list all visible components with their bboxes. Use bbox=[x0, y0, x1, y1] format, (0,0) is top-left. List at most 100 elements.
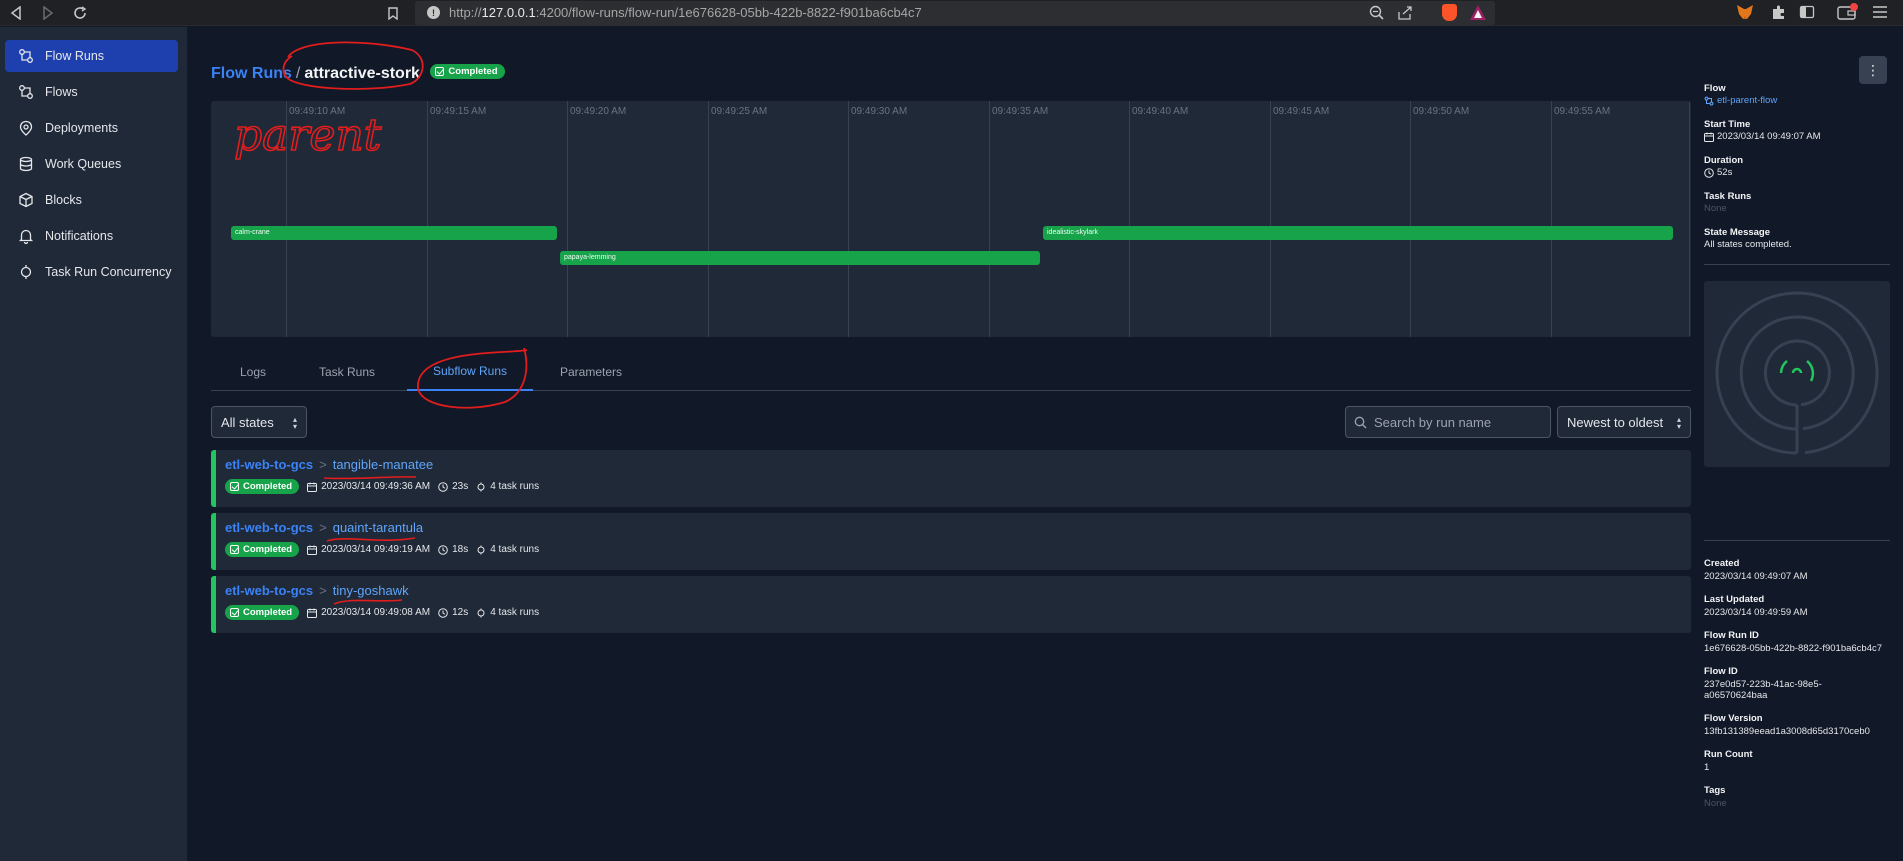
task-run-count-value: 4 task runs bbox=[490, 607, 540, 618]
sidebar-item-work-queues[interactable]: Work Queues bbox=[5, 148, 178, 180]
sidebar-item-notifications[interactable]: Notifications bbox=[5, 220, 178, 252]
metamask-icon[interactable] bbox=[1735, 2, 1755, 22]
task-run-icon bbox=[476, 482, 486, 492]
duration: 12s bbox=[438, 607, 468, 618]
list-item[interactable]: etl-web-to-gcs > quaint-tarantula Complete… bbox=[211, 513, 1691, 570]
sidebar-item-blocks[interactable]: Blocks bbox=[5, 184, 178, 216]
browser-toolbar: ! http://127.0.0.1:4200/flow-runs/flow-r… bbox=[0, 0, 1903, 26]
status-badge: Completed bbox=[225, 542, 300, 557]
sidebar-toggle-icon[interactable] bbox=[1799, 4, 1815, 25]
status-badge: Completed bbox=[225, 479, 300, 494]
zoom-icon[interactable] bbox=[1369, 5, 1385, 26]
timeline-tick-label: 09:49:10 AM bbox=[289, 106, 346, 117]
timeline-bar-papaya-lemming[interactable]: papaya-lemming bbox=[560, 251, 1040, 265]
state-filter-value: All states bbox=[221, 414, 274, 430]
detail-label: Run Count bbox=[1704, 749, 1753, 760]
list-item[interactable]: etl-web-to-gcs > tiny-goshawk Completed 20… bbox=[211, 576, 1691, 633]
detail-updated-value: 2023/03/14 09:49:59 AM bbox=[1704, 607, 1808, 618]
status-badge-label: Completed bbox=[243, 481, 293, 492]
detail-label: Task Runs bbox=[1704, 191, 1752, 202]
detail-label: State Message bbox=[1704, 227, 1771, 238]
radar-graph[interactable] bbox=[1704, 281, 1890, 467]
timeline-tick-label: 09:49:40 AM bbox=[1132, 106, 1189, 117]
address-bar[interactable]: ! http://127.0.0.1:4200/flow-runs/flow-r… bbox=[415, 1, 1495, 25]
timeline-tick-label: 09:49:25 AM bbox=[711, 106, 768, 117]
list-item[interactable]: etl-web-to-gcs > tangible-manatee Complete… bbox=[211, 450, 1691, 507]
timeline-gridline bbox=[1689, 101, 1690, 337]
timeline-gridline bbox=[848, 101, 849, 337]
wallet-icon[interactable] bbox=[1837, 3, 1859, 26]
detail-run-id-value: 1e676628-05bb-422b-8822-f901ba6cb4c7 bbox=[1704, 643, 1883, 654]
flow-run-timeline: 09:49:10 AM 09:49:15 AM 09:49:20 AM 09:4… bbox=[211, 101, 1691, 337]
timeline-bar-idealistic-skylark[interactable]: idealistic-skylark bbox=[1043, 226, 1673, 240]
flow-name-link[interactable]: etl-web-to-gcs bbox=[225, 583, 313, 598]
timeline-gridline bbox=[1270, 101, 1271, 337]
run-name-link[interactable]: tangible-manatee bbox=[333, 457, 433, 472]
sidebar-item-deployments[interactable]: Deployments bbox=[5, 112, 178, 144]
search-input[interactable] bbox=[1374, 413, 1544, 431]
divider bbox=[1704, 540, 1890, 541]
timeline-tick-label: 09:49:30 AM bbox=[851, 106, 908, 117]
info-icon[interactable]: ! bbox=[427, 6, 440, 19]
detail-label: Last Updated bbox=[1704, 594, 1765, 605]
detail-label: Flow Version bbox=[1704, 713, 1763, 724]
run-name-link[interactable]: tiny-goshawk bbox=[333, 583, 409, 598]
search-box[interactable] bbox=[1345, 406, 1551, 438]
url-text: http://127.0.0.1:4200/flow-runs/flow-run… bbox=[449, 5, 922, 20]
sidebar-item-label: Deployments bbox=[45, 121, 118, 135]
calendar-icon bbox=[307, 482, 318, 492]
detail-run-count-value: 1 bbox=[1704, 762, 1710, 773]
timeline-tick-label: 09:49:45 AM bbox=[1273, 106, 1330, 117]
forward-icon[interactable] bbox=[38, 3, 58, 23]
tab-logs[interactable]: Logs bbox=[211, 353, 295, 391]
start-time: 2023/03/14 09:49:36 AM bbox=[307, 481, 430, 492]
flow-name-link[interactable]: etl-web-to-gcs bbox=[225, 520, 313, 535]
more-options-button[interactable]: ⋮ bbox=[1859, 56, 1887, 84]
sidebar-item-flow-runs[interactable]: Flow Runs bbox=[5, 40, 178, 72]
task-run-count: 4 task runs bbox=[476, 481, 539, 492]
timeline-tick-label: 09:49:55 AM bbox=[1554, 106, 1611, 117]
task-run-icon bbox=[476, 545, 486, 555]
timeline-bar-calm-crane[interactable]: calm-crane bbox=[231, 226, 557, 240]
calendar-icon bbox=[307, 608, 318, 618]
tab-parameters[interactable]: Parameters bbox=[533, 353, 649, 391]
page-title: attractive-stork bbox=[304, 65, 420, 82]
detail-state-message-value: All states completed. bbox=[1704, 239, 1792, 250]
sidebar: Flow Runs Flows Deployments Work Queues … bbox=[0, 27, 187, 861]
detail-start-value: 2023/03/14 09:49:07 AM bbox=[1717, 131, 1821, 142]
menu-icon[interactable] bbox=[1871, 4, 1889, 25]
select-arrows-icon: ▴ ▾ bbox=[1676, 415, 1681, 431]
timeline-gridline bbox=[1551, 101, 1552, 337]
clock-icon bbox=[1704, 167, 1714, 178]
sidebar-item-flows[interactable]: Flows bbox=[5, 76, 178, 108]
timeline-tick-label: 09:49:50 AM bbox=[1413, 106, 1470, 117]
start-time-value: 2023/03/14 09:49:36 AM bbox=[321, 481, 431, 492]
timeline-tick-label: 09:49:15 AM bbox=[430, 106, 487, 117]
reload-icon[interactable] bbox=[70, 3, 90, 23]
sidebar-item-label: Task Run Concurrency bbox=[45, 265, 172, 279]
sidebar-item-task-run-concurrency[interactable]: Task Run Concurrency bbox=[5, 256, 178, 288]
tab-task-runs[interactable]: Task Runs bbox=[295, 353, 399, 391]
task-run-count-value: 4 task runs bbox=[490, 481, 540, 492]
state-filter-select[interactable]: All states ▴ ▾ bbox=[211, 406, 307, 438]
clock-icon bbox=[438, 607, 448, 618]
tab-subflow-runs[interactable]: Subflow Runs bbox=[407, 353, 533, 391]
back-icon[interactable] bbox=[6, 3, 26, 23]
task-run-icon bbox=[476, 608, 486, 618]
timeline-tick-label: 09:49:35 AM bbox=[992, 106, 1049, 117]
flow-name-link[interactable]: etl-web-to-gcs bbox=[225, 457, 313, 472]
run-name-link[interactable]: quaint-tarantula bbox=[333, 520, 423, 535]
brave-rewards-icon[interactable] bbox=[1469, 4, 1487, 26]
share-icon[interactable] bbox=[1397, 5, 1413, 26]
detail-flow-link[interactable]: etl-parent-flow bbox=[1704, 95, 1890, 106]
detail-label: Duration bbox=[1704, 155, 1744, 166]
run-title: etl-web-to-gcs > tiny-goshawk bbox=[225, 583, 409, 598]
flow-icon bbox=[1704, 96, 1714, 106]
chevron-right-icon: > bbox=[319, 457, 327, 472]
brave-shield-icon[interactable] bbox=[1442, 4, 1457, 21]
breadcrumb-flow-runs-link[interactable]: Flow Runs bbox=[211, 65, 292, 82]
bookmark-icon[interactable] bbox=[383, 3, 403, 23]
extensions-puzzle-icon[interactable] bbox=[1771, 4, 1787, 25]
sort-select[interactable]: Newest to oldest ▴ ▾ bbox=[1557, 406, 1691, 438]
task-run-count-value: 4 task runs bbox=[490, 544, 540, 555]
